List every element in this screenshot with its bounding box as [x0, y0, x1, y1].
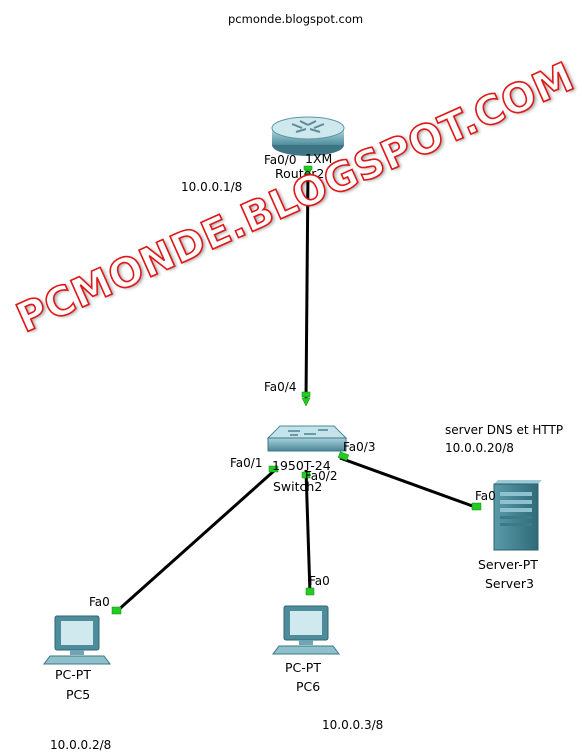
link-switch-pc5[interactable] — [115, 468, 276, 614]
link-switch-server[interactable] — [339, 456, 479, 510]
pc6-icon[interactable] — [272, 605, 340, 655]
router-ip-label: 10.0.0.1/8 — [181, 180, 243, 194]
pc6-port-label: Fa0 — [309, 574, 330, 588]
pc5-icon[interactable] — [43, 615, 111, 665]
port-indicator-server — [471, 502, 482, 511]
server-model-label: Server-PT — [478, 557, 538, 572]
switch-port-server-label: Fa0/3 — [343, 440, 376, 454]
pc5-model-label: PC-PT — [55, 667, 91, 682]
pc6-ip-label: 10.0.0.3/8 — [322, 718, 384, 732]
pc6-name-label: PC6 — [296, 679, 321, 694]
port-indicator-pc5 — [111, 606, 122, 615]
server-icon[interactable] — [493, 480, 542, 551]
switch-icon[interactable] — [266, 425, 348, 452]
pc5-ip-label: 10.0.0.2/8 — [50, 738, 112, 752]
switch-port-pc5-label: Fa0/1 — [230, 456, 263, 470]
server-note-label: server DNS et HTTP — [445, 423, 564, 437]
site-header: pcmonde.blogspot.com — [228, 12, 364, 26]
server-name-label: Server3 — [485, 576, 534, 591]
switch-port-up-label: Fa0/4 — [264, 380, 297, 394]
port-indicator-pc6 — [305, 587, 315, 596]
server-ip-label: 10.0.0.20/8 — [445, 441, 514, 455]
router-port-label: Fa0/0 — [264, 153, 297, 167]
pc6-model-label: PC-PT — [285, 660, 321, 675]
server-port-label: Fa0 — [475, 489, 496, 503]
switch-name-label: Switch2 — [273, 479, 323, 494]
pc5-name-label: PC5 — [66, 687, 91, 702]
port-indicator-switch-up — [301, 397, 311, 407]
pc5-port-label: Fa0 — [89, 595, 110, 609]
